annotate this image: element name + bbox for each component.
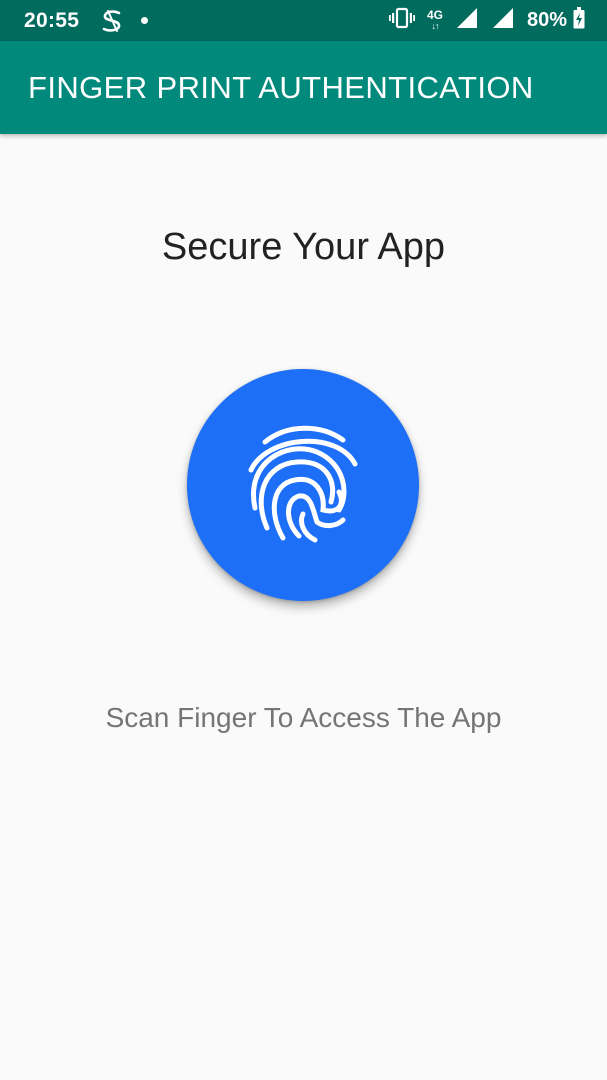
app-title: FINGER PRINT AUTHENTICATION <box>28 69 534 105</box>
signal-icon <box>491 7 515 35</box>
battery-percent: 80% <box>526 9 567 31</box>
status-time: 20:55 <box>24 8 80 32</box>
page-headline: Secure Your App <box>161 226 446 268</box>
signal-icon <box>455 7 479 35</box>
notification-dot-icon <box>141 17 149 24</box>
network-4g-icon: 4G ↓↑ <box>426 7 443 31</box>
vibrate-icon <box>388 7 415 35</box>
app-bar: FINGER PRINT AUTHENTICATION <box>0 41 607 134</box>
fingerprint-button[interactable] <box>187 369 419 601</box>
scan-instruction: Scan Finger To Access The App <box>105 702 502 733</box>
network-type: 4G <box>426 7 443 22</box>
s-curve-app-icon <box>99 8 127 34</box>
fingerprint-icon <box>243 418 363 553</box>
status-bar: 20:55 4G ↓↑ 80% <box>0 0 607 41</box>
battery-charging-icon <box>573 6 585 35</box>
